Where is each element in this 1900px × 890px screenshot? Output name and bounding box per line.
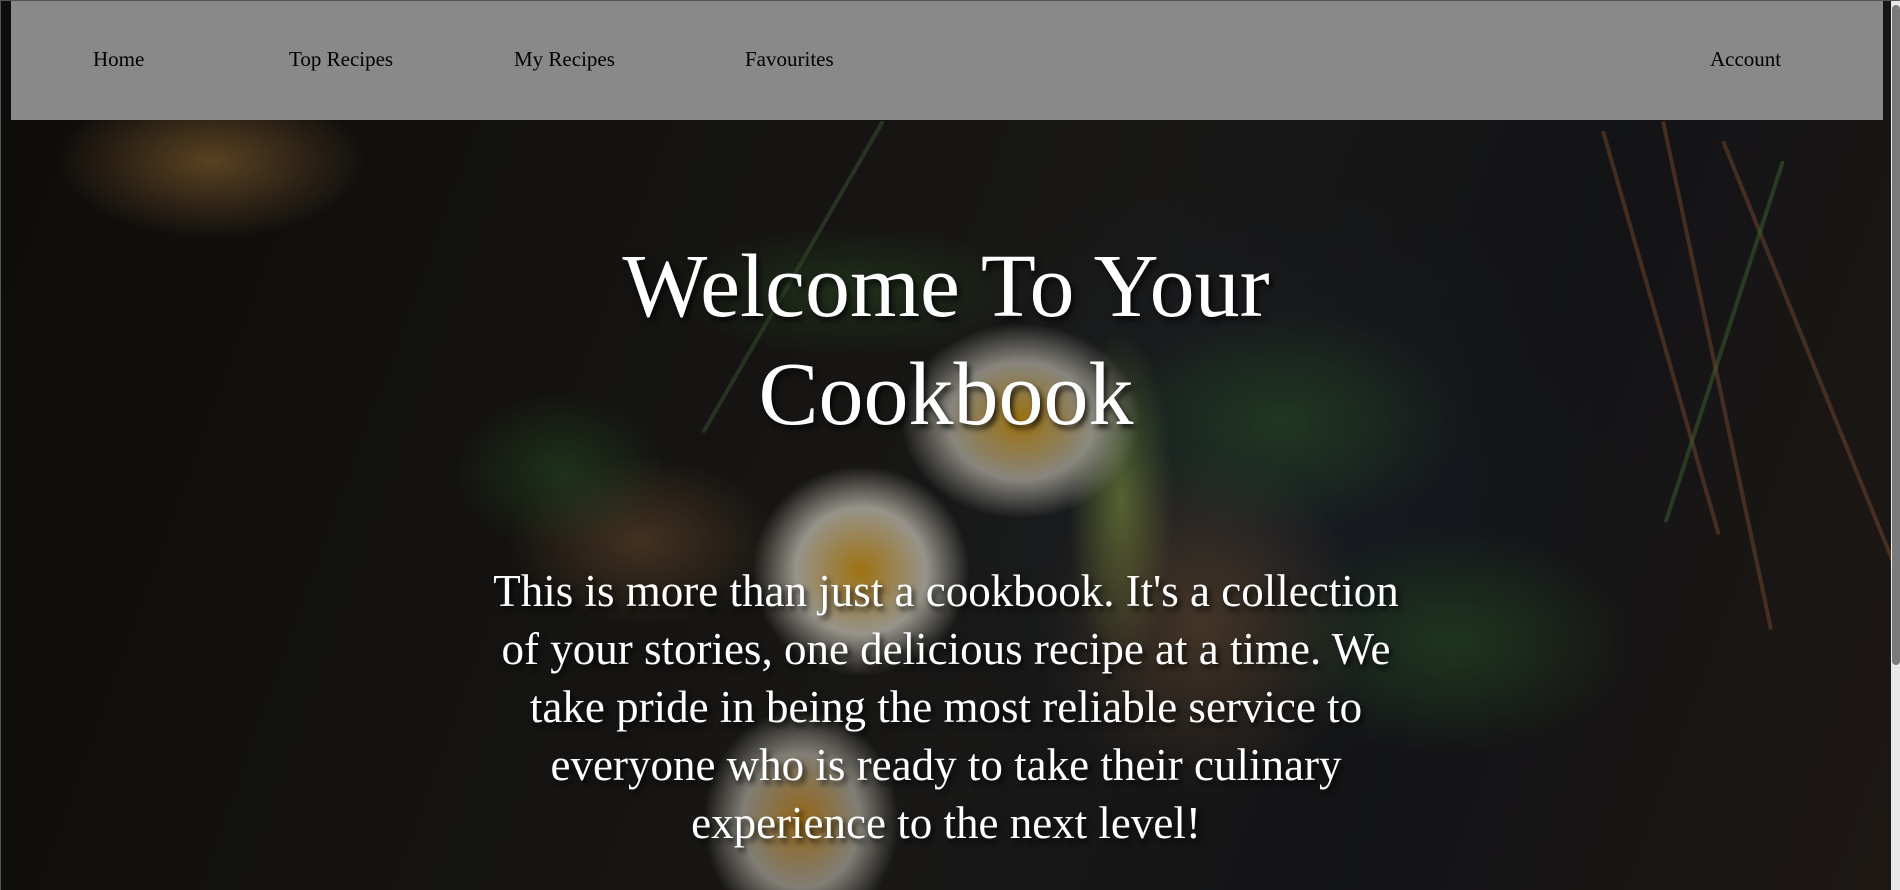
hero-description: This is more than just a cookbook. It's … [493,566,1399,848]
hero-section: Welcome To Your Cookbook This is more th… [1,1,1891,890]
browser-viewport: Home Top Recipes My Recipes Favourites A… [0,0,1900,890]
hero-title: Welcome To Your Cookbook [622,237,1270,444]
nav-link-home[interactable]: Home [93,47,144,72]
scrollbar-thumb[interactable] [1892,5,1900,665]
top-navbar: Home Top Recipes My Recipes Favourites A… [11,1,1883,120]
nav-link-account[interactable]: Account [1710,47,1781,72]
nav-link-my-recipes[interactable]: My Recipes [514,47,615,72]
page-scrollbar[interactable] [1891,1,1900,890]
nav-link-top-recipes[interactable]: Top Recipes [289,47,393,72]
nav-link-favourites[interactable]: Favourites [745,47,834,72]
